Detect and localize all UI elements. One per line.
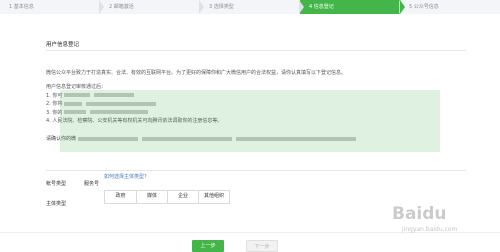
subject-type-label: 主体类型 (46, 201, 67, 207)
step-email-activation: 2 邮箱激活 (99, 0, 200, 14)
baidu-watermark-logo: Baidu (392, 204, 447, 224)
baidu-watermark-url: jingyan.baidu.com (402, 226, 458, 233)
next-step-button[interactable]: 下一步 (246, 240, 278, 252)
watermark-band (60, 90, 440, 152)
prev-step-button[interactable]: 上一步 (192, 240, 224, 252)
subject-type-government[interactable]: 政府 (105, 191, 136, 203)
subject-type-media[interactable]: 媒体 (136, 191, 167, 203)
form-divider (46, 170, 466, 171)
subject-type-other[interactable]: 其他组织 (198, 191, 229, 203)
intro-text: 微信公众平台致力于打造真实、合法、有效的互联网平台。为了更好的保障你和广大微信用… (46, 70, 347, 76)
subject-type-help-link[interactable]: 如何选择主体类型？ (104, 173, 149, 180)
account-type-label: 帐号类型 (46, 181, 67, 187)
step-info-registration: 4 信息登记 (299, 0, 405, 14)
step-select-type: 3 选择类型 (199, 0, 300, 14)
step-progress-bar: 1 基本信息 2 邮箱激活 3 选择类型 4 信息登记 5 公众号信息 (0, 0, 500, 14)
subject-type-selector: 政府 媒体 企业 其他组织 (104, 190, 230, 204)
section-divider (46, 50, 466, 51)
step-account-info: 5 公众号信息 (399, 0, 500, 14)
section-title: 用户信息登记 (46, 42, 80, 48)
subject-type-enterprise[interactable]: 企业 (167, 191, 198, 203)
step-basic-info: 1 基本信息 (9, 4, 34, 10)
account-type-value: 服务号 (84, 181, 100, 187)
